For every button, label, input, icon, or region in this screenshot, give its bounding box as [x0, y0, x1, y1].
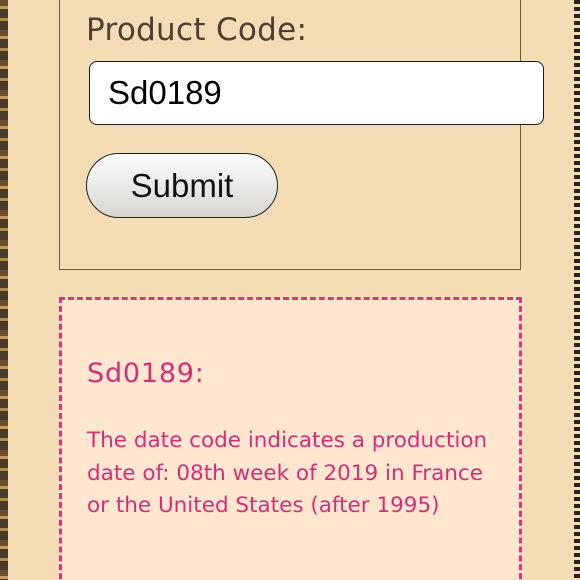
- result-title: Sd0189:: [87, 358, 205, 389]
- result-message: The date code indicates a production dat…: [87, 428, 488, 518]
- monogram-pattern-icon: [0, 0, 8, 580]
- result-panel: Sd0189: The date code indicates a produc…: [59, 297, 522, 580]
- monogram-border-left: [0, 0, 8, 580]
- dotted-pattern-icon: [574, 0, 580, 580]
- decorative-border-right: [572, 0, 580, 580]
- product-code-form: Product Code: Submit: [59, 0, 544, 270]
- product-code-label: Product Code:: [86, 12, 308, 48]
- submit-button[interactable]: Submit: [86, 153, 278, 218]
- product-code-input[interactable]: [89, 61, 544, 125]
